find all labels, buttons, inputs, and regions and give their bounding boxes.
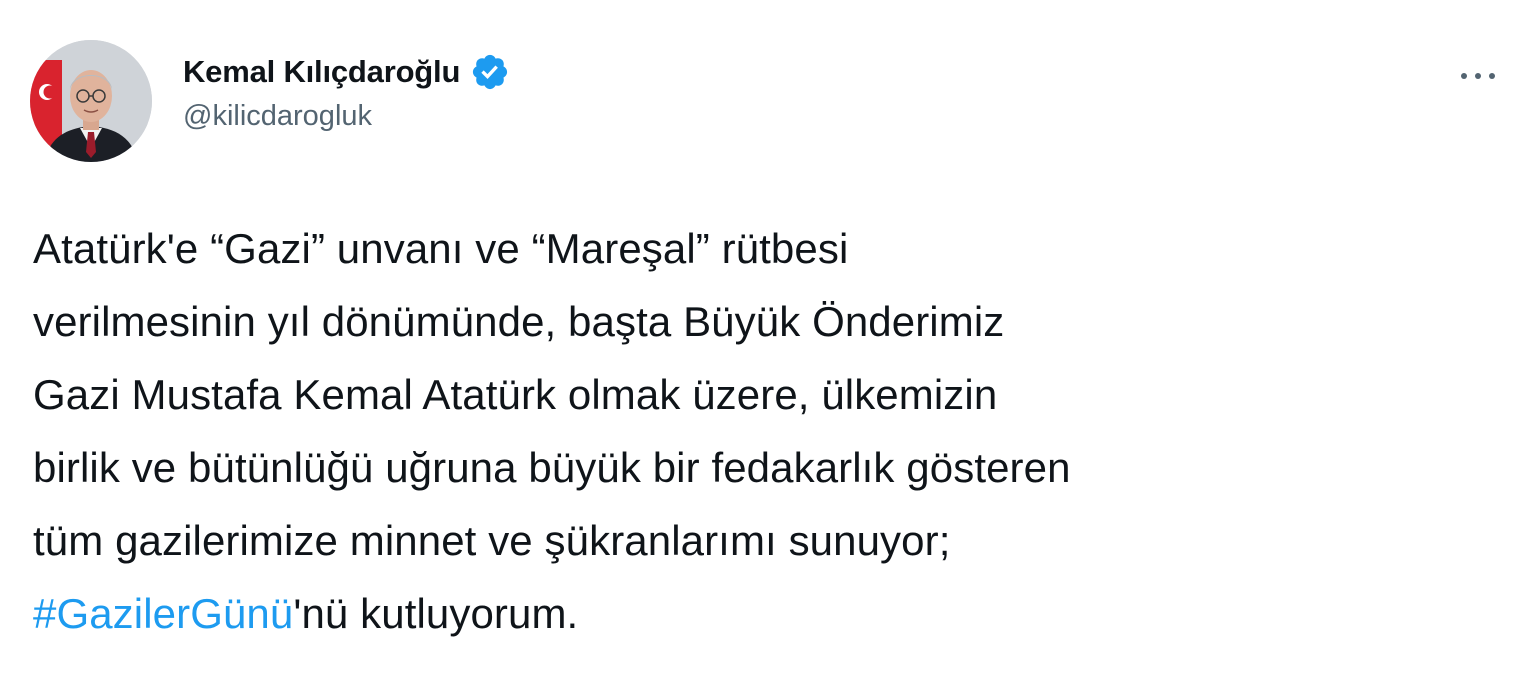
author-info: Kemal Kılıçdaroğlu @kilicdarogluk: [183, 48, 510, 133]
tweet-text-line: tüm gazilerimize minnet ve şükranlarımı …: [33, 517, 951, 564]
tweet-text-suffix: 'nü kutluyorum.: [293, 590, 579, 637]
author-name-row: Kemal Kılıçdaroğlu: [183, 48, 510, 96]
more-options-button[interactable]: [1453, 58, 1503, 94]
more-options-icon: [1461, 73, 1495, 79]
tweet-text: Atatürk'e “Gazi” unvanı ve “Mareşal” rüt…: [33, 212, 1513, 650]
hashtag-link[interactable]: #GazilerGünü: [33, 590, 293, 637]
tweet-text-last-line: #GazilerGünü'nü kutluyorum.: [33, 577, 1513, 650]
tweet-text-line: Atatürk'e “Gazi” unvanı ve “Mareşal” rüt…: [33, 225, 849, 272]
verified-badge-icon: [470, 52, 510, 92]
tweet-text-line: Gazi Mustafa Kemal Atatürk olmak üzere, …: [33, 371, 998, 418]
author-avatar[interactable]: [30, 40, 152, 162]
tweet-text-line: birlik ve bütünlüğü uğruna büyük bir fed…: [33, 444, 1071, 491]
author-handle[interactable]: @kilicdarogluk: [183, 100, 510, 133]
tweet-text-line: verilmesinin yıl dönümünde, başta Büyük …: [33, 298, 1005, 345]
tweet-card: Kemal Kılıçdaroğlu @kilicdarogluk Atatür…: [0, 0, 1539, 675]
profile-photo-icon: [30, 40, 152, 162]
author-display-name[interactable]: Kemal Kılıçdaroğlu: [183, 54, 460, 90]
